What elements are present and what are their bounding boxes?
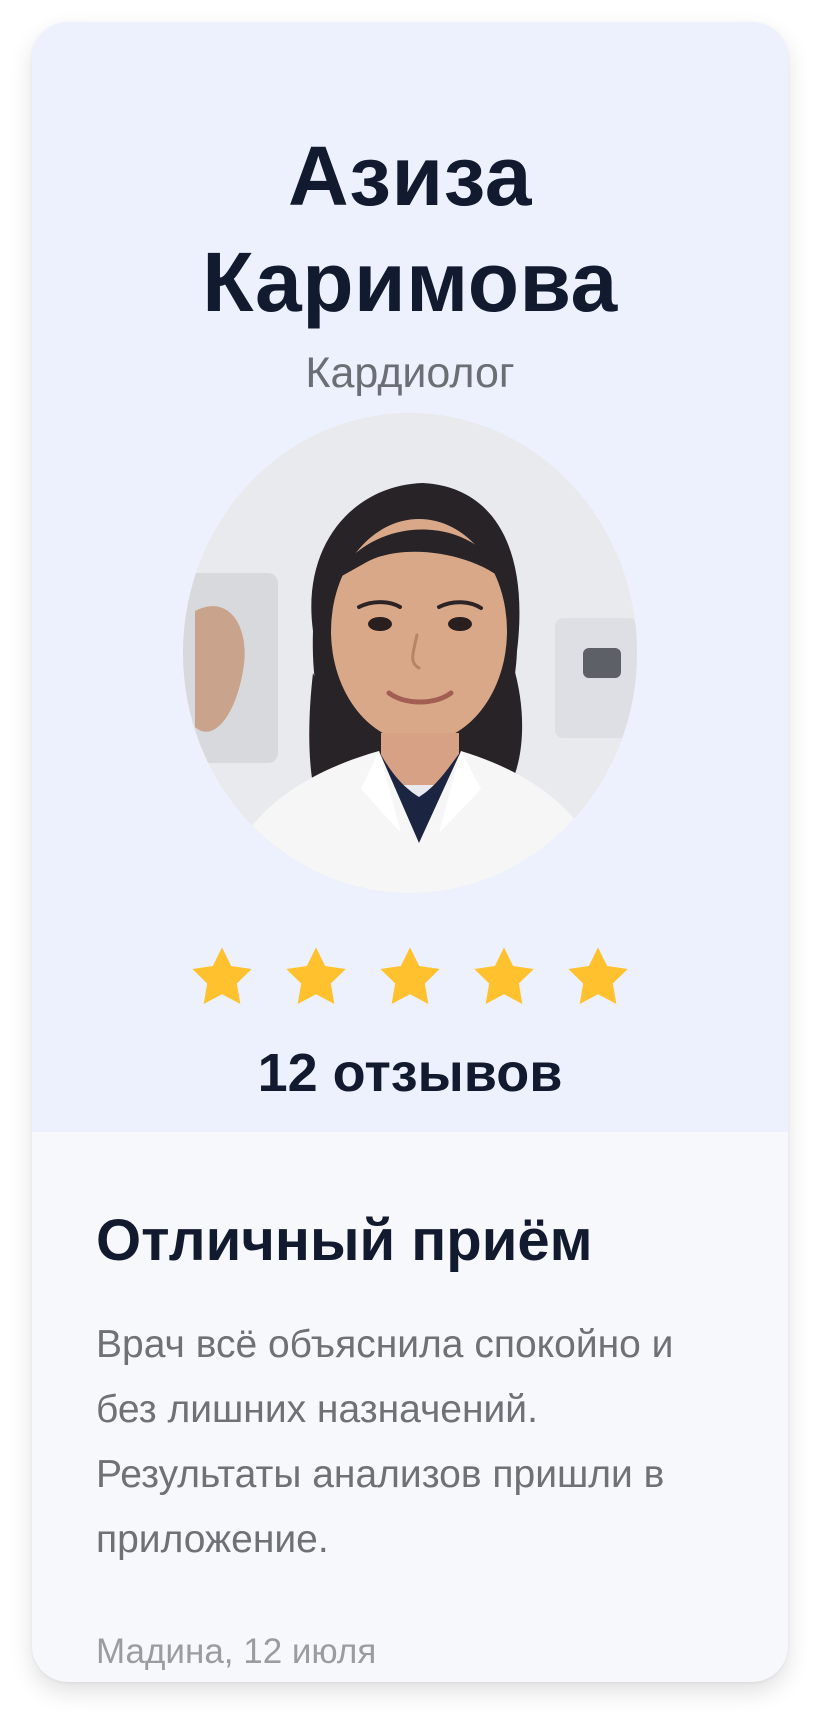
review-item: Отличный приём Врач всё объяснила спокой… <box>96 1208 736 1671</box>
star-icon <box>186 942 258 1014</box>
star-icon <box>374 942 446 1014</box>
reviews-count[interactable]: 12 отзывов <box>32 1046 788 1100</box>
review-text: Врач всё объяснила спокойно и без лишних… <box>96 1323 674 1561</box>
doctor-name-first: Азиза <box>288 129 532 223</box>
doctor-name-last: Каримова <box>202 235 618 329</box>
doctor-header: Азиза Каримова Кардиолог 12 отзывов <box>32 22 788 1132</box>
star-icon <box>562 942 634 1014</box>
doctor-specialty: Кардиолог <box>305 349 515 397</box>
review-author-date: Мадина, 12 июля <box>96 1632 377 1671</box>
star-icon <box>280 942 352 1014</box>
doctor-photo <box>183 413 637 893</box>
star-icon <box>468 942 540 1014</box>
rating-stars <box>32 942 788 1018</box>
review-title: Отличный приём <box>96 1208 593 1273</box>
doctor-card: Азиза Каримова Кардиолог 12 отзывов Отли… <box>32 22 788 1682</box>
